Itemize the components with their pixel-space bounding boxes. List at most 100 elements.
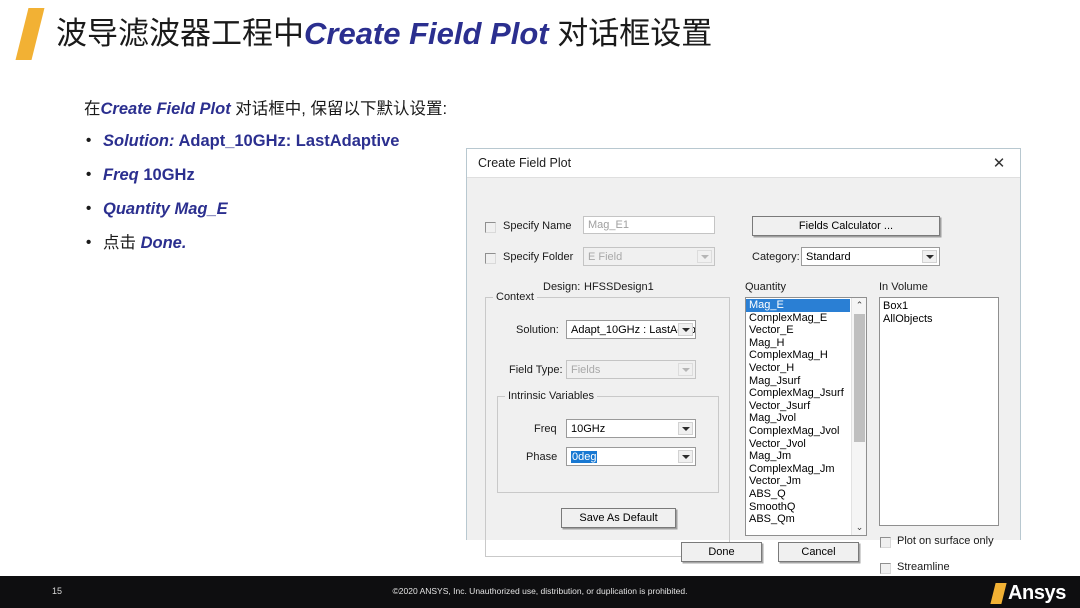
logo-wordmark: Ansys — [1007, 581, 1066, 604]
bullet-value: 10GHz — [138, 166, 195, 184]
phase-select-value: 0deg — [571, 451, 598, 463]
list-item[interactable]: SmoothQ — [746, 501, 850, 514]
list-item[interactable]: Vector_Jm — [746, 475, 850, 488]
quantity-item-container: Mag_E ComplexMag_E Vector_E Mag_H ComplexMag… — [746, 299, 850, 526]
specify-folder-checkbox[interactable] — [485, 253, 496, 264]
streamline-label: Streamline — [897, 561, 950, 573]
quantity-listbox[interactable]: Mag_E ComplexMag_E Vector_E Mag_H ComplexMag… — [745, 297, 867, 536]
save-as-default-label: Save As Default — [579, 512, 658, 524]
specify-name-label: Specify Name — [503, 220, 572, 232]
solution-label: Solution: — [516, 324, 559, 336]
phase-select-value-wrap: 0deg — [571, 451, 598, 463]
quantity-scrollbar[interactable]: ⌃ ⌄ — [851, 298, 866, 535]
in-volume-item-container: Box1 AllObjects — [880, 300, 998, 325]
list-item[interactable]: ABS_Qm — [746, 513, 850, 526]
in-volume-header: In Volume — [879, 281, 928, 293]
close-icon[interactable]: ✕ — [978, 149, 1020, 177]
category-select[interactable]: Standard — [801, 247, 940, 266]
bullet-label: Quantity Mag_E — [103, 200, 228, 218]
bullet-label: Solution — [103, 132, 169, 150]
title-accent-bar — [15, 8, 45, 60]
ansys-logo: Ansys — [990, 580, 1066, 606]
quantity-header: Quantity — [745, 281, 786, 293]
logo-slash-icon — [990, 582, 1007, 604]
design-label: Design: — [543, 281, 581, 293]
chevron-down-icon[interactable] — [678, 363, 693, 376]
plot-on-surface-only-checkbox[interactable] — [880, 537, 891, 548]
list-item[interactable]: ComplexMag_H — [746, 349, 850, 362]
fields-calculator-button[interactable]: Fields Calculator ... — [752, 216, 940, 236]
slide-title-row: 波导滤波器工程中Create Field Plot 对话框设置 — [0, 0, 1080, 74]
phase-label: Phase — [526, 451, 558, 463]
dialog-body: Specify Name Mag_E1 Fields Calculator ..… — [467, 178, 1020, 574]
lead-paragraph: 在Create Field Plot 对话框中, 保留以下默认设置: — [84, 98, 454, 121]
done-button[interactable]: Done — [681, 542, 762, 562]
intrinsic-variables-group: Intrinsic Variables — [497, 390, 719, 493]
legal-text: ©2020 ANSYS, Inc. Unauthorized use, dist… — [392, 586, 688, 596]
specify-folder-label: Specify Folder — [503, 251, 574, 263]
title-emphasis: Create Field Plot — [304, 16, 549, 51]
list-item[interactable]: Vector_Jvol — [746, 438, 850, 451]
chevron-down-icon[interactable] — [922, 250, 937, 263]
list-item[interactable]: ComplexMag_Jm — [746, 463, 850, 476]
folder-select[interactable]: E Field — [583, 247, 715, 266]
specify-name-checkbox[interactable] — [485, 222, 496, 233]
list-item: Freq 10GHz — [84, 165, 454, 185]
list-item[interactable]: Vector_Jsurf — [746, 400, 850, 413]
done-label: Done — [708, 546, 735, 558]
list-item[interactable]: ComplexMag_Jsurf — [746, 387, 850, 400]
plot-name-input[interactable]: Mag_E1 — [583, 216, 715, 234]
list-item[interactable]: ComplexMag_E — [746, 312, 850, 325]
cancel-button[interactable]: Cancel — [778, 542, 859, 562]
list-item[interactable]: Vector_H — [746, 362, 850, 375]
list-item[interactable]: Mag_Jvol — [746, 412, 850, 425]
dialog-title: Create Field Plot — [478, 156, 572, 170]
list-item[interactable]: Mag_Jm — [746, 450, 850, 463]
in-volume-listbox[interactable]: Box1 AllObjects — [879, 297, 999, 526]
list-item: Quantity Mag_E — [84, 199, 454, 219]
scroll-up-icon[interactable]: ⌃ — [852, 298, 866, 313]
list-item[interactable]: ABS_Q — [746, 488, 850, 501]
design-value: HFSSDesign1 — [584, 281, 654, 293]
intrinsic-variables-title: Intrinsic Variables — [505, 390, 597, 402]
save-as-default-button[interactable]: Save As Default — [561, 508, 676, 528]
list-item[interactable]: ComplexMag_Jvol — [746, 425, 850, 438]
list-item[interactable]: Box1 — [880, 300, 998, 313]
freq-select[interactable]: 10GHz — [566, 419, 696, 438]
streamline-checkbox[interactable] — [880, 563, 891, 574]
folder-select-value: E Field — [588, 251, 623, 263]
fields-calculator-label: Fields Calculator ... — [798, 220, 894, 232]
bullet-list: Solution: Adapt_10GHz: LastAdaptive Freq… — [84, 131, 454, 253]
list-item[interactable]: Mag_H — [746, 337, 850, 350]
field-type-select[interactable]: Fields — [566, 360, 696, 379]
chevron-down-icon[interactable] — [697, 250, 712, 263]
list-item[interactable]: Mag_Jsurf — [746, 375, 850, 388]
list-item[interactable]: Vector_E — [746, 324, 850, 337]
page-title: 波导滤波器工程中Create Field Plot 对话框设置 — [56, 8, 712, 60]
plot-on-surface-only-label: Plot on surface only — [897, 535, 994, 547]
freq-label: Freq — [534, 423, 557, 435]
bullet-value: Done. — [140, 234, 187, 252]
bullet-value: Adapt_10GHz: LastAdaptive — [174, 132, 400, 150]
category-select-value: Standard — [806, 251, 851, 263]
lead-emphasis: Create Field Plot — [100, 100, 231, 118]
field-type-label: Field Type: — [509, 364, 563, 376]
list-item[interactable]: AllObjects — [880, 313, 998, 326]
scrollbar-thumb[interactable] — [854, 314, 865, 442]
cancel-label: Cancel — [801, 546, 836, 558]
list-item: 点击 Done. — [84, 233, 454, 253]
lead-after: 对话框中, 保留以下默认设置: — [230, 100, 448, 118]
chevron-down-icon[interactable] — [678, 450, 693, 463]
title-suffix: 对话框设置 — [548, 16, 713, 51]
chevron-down-icon[interactable] — [678, 323, 693, 336]
lead-before: 在 — [84, 100, 101, 118]
list-item: Solution: Adapt_10GHz: LastAdaptive — [84, 131, 454, 151]
chevron-down-icon[interactable] — [678, 422, 693, 435]
solution-select[interactable]: Adapt_10GHz : LastAdap — [566, 320, 696, 339]
scroll-down-icon[interactable]: ⌄ — [852, 520, 866, 535]
phase-select[interactable]: 0deg — [566, 447, 696, 466]
dialog-titlebar: Create Field Plot ✕ — [467, 149, 1020, 178]
create-field-plot-dialog: Create Field Plot ✕ Specify Name Mag_E1 … — [466, 148, 1021, 574]
list-item[interactable]: Mag_E — [746, 299, 850, 312]
field-type-select-value: Fields — [571, 364, 601, 376]
